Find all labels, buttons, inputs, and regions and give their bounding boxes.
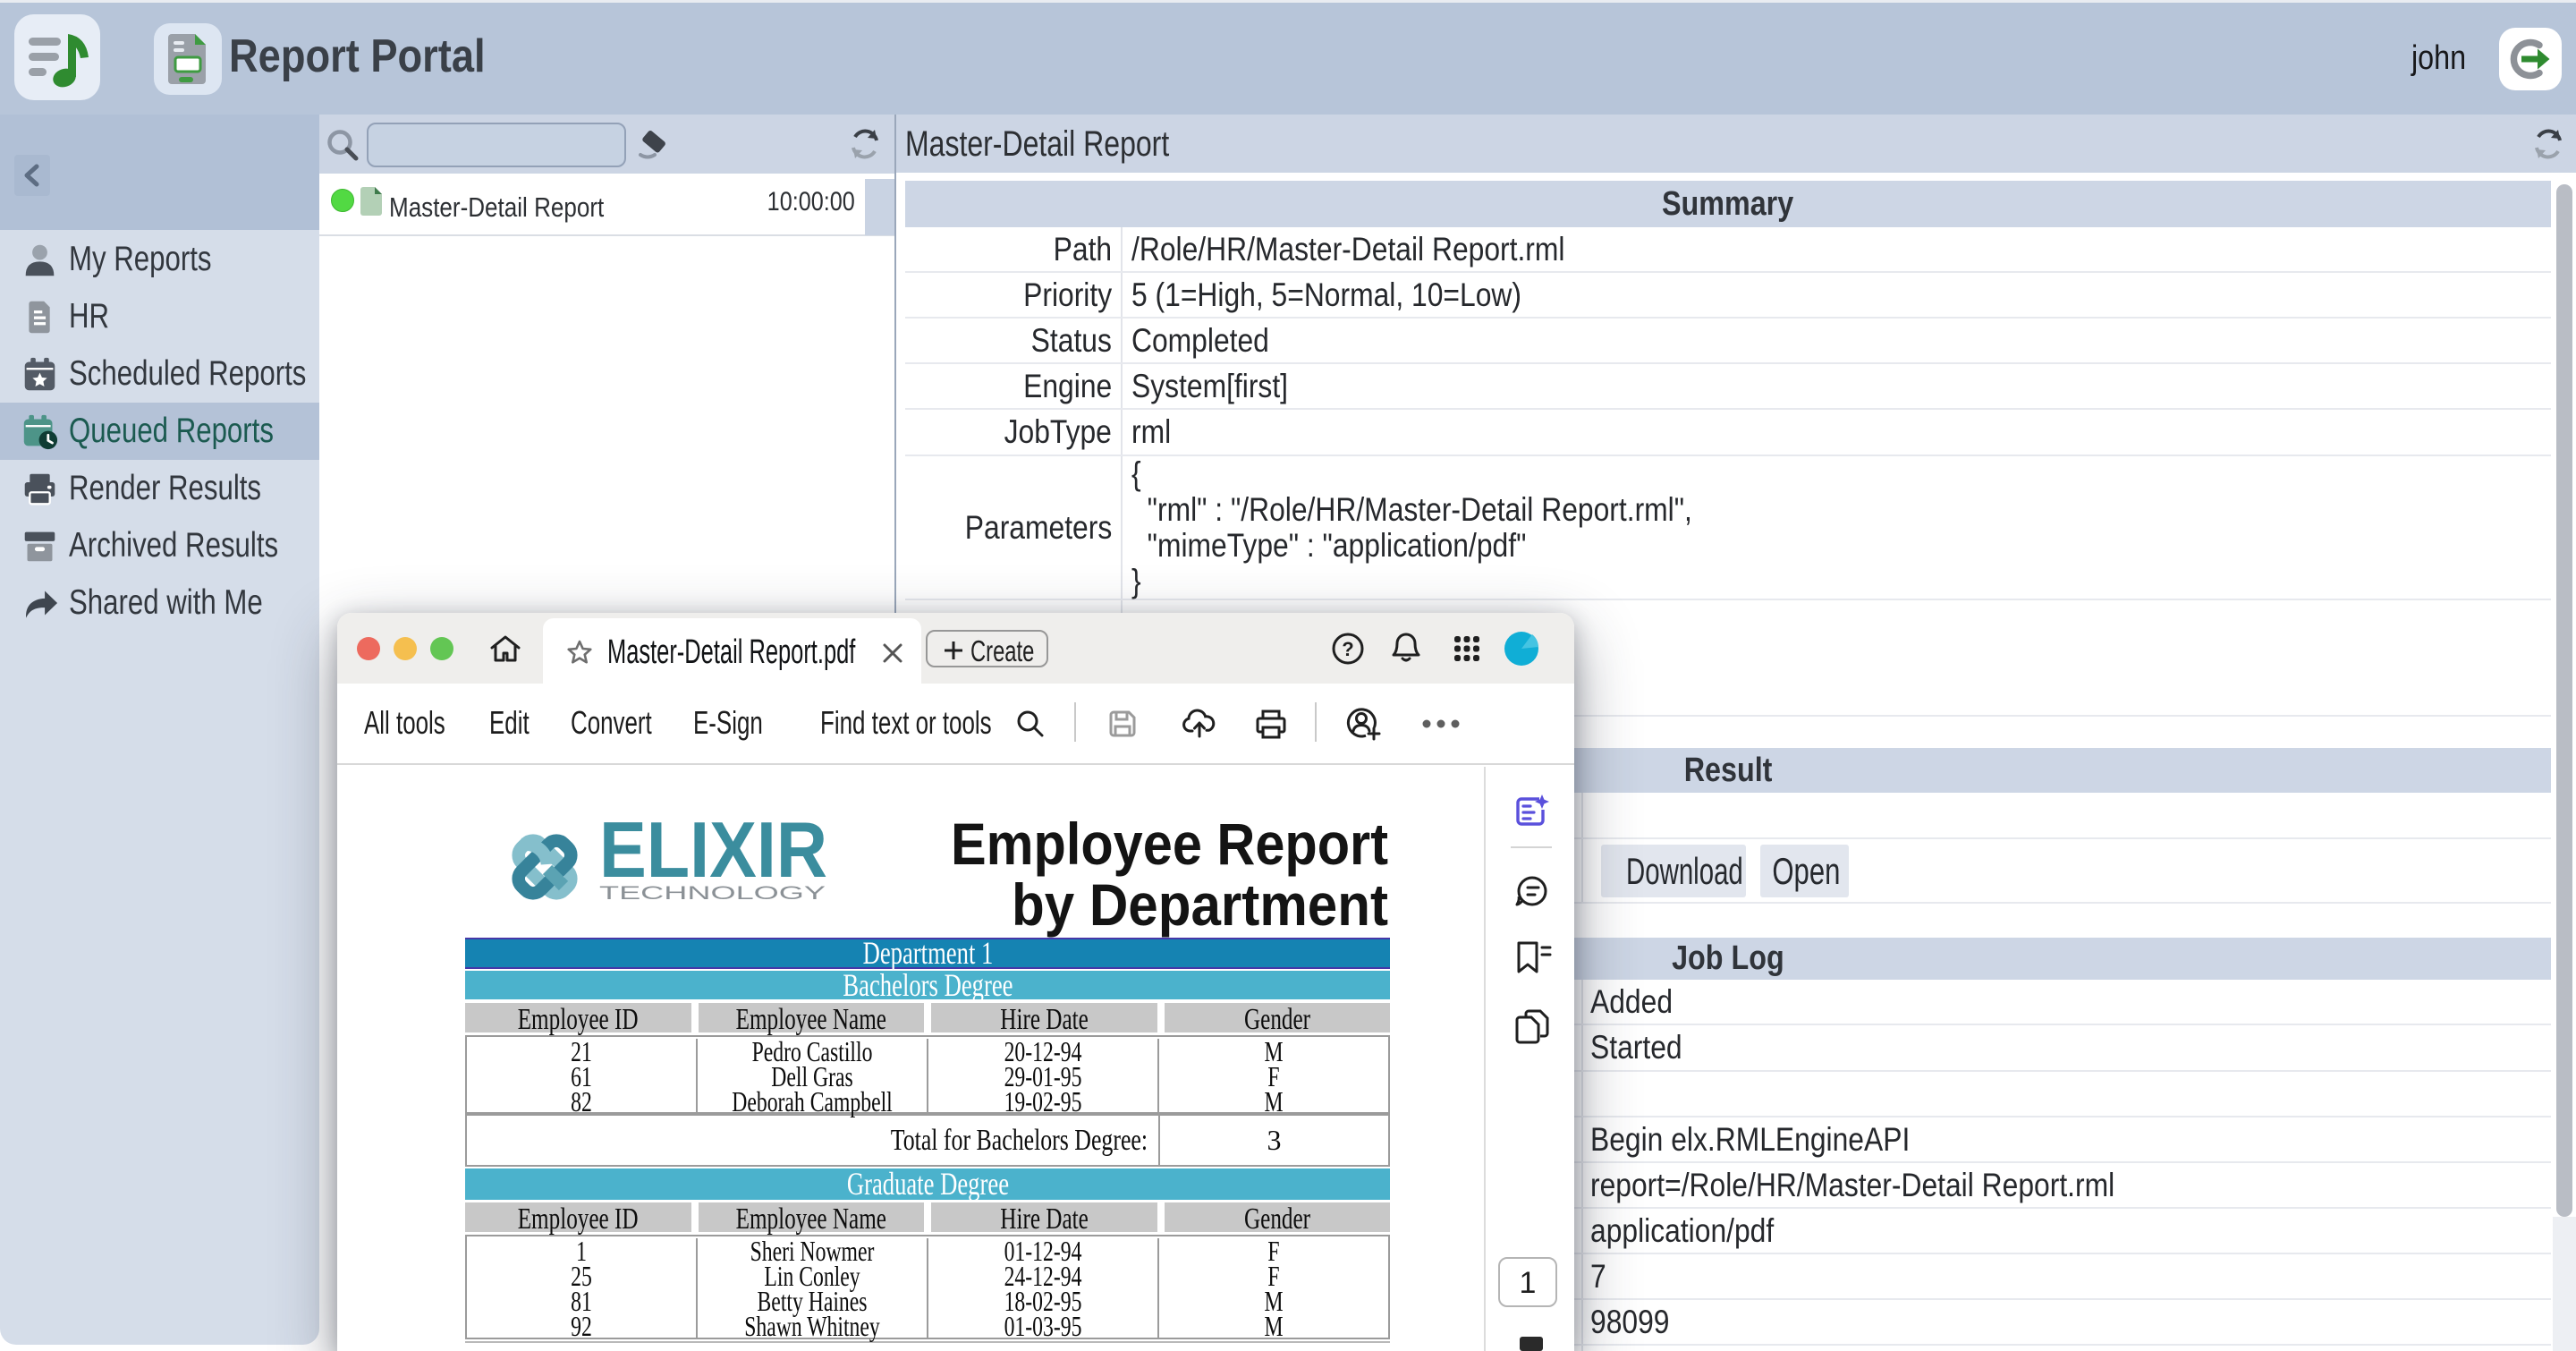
svg-text:TECHNOLOGY: TECHNOLOGY xyxy=(599,883,826,904)
svg-text:ELIXIR: ELIXIR xyxy=(599,816,827,894)
svg-text:by Department: by Department xyxy=(1012,871,1388,938)
svg-text:Employee Report: Employee Report xyxy=(951,816,1388,877)
svg-text:?: ? xyxy=(1342,638,1353,660)
